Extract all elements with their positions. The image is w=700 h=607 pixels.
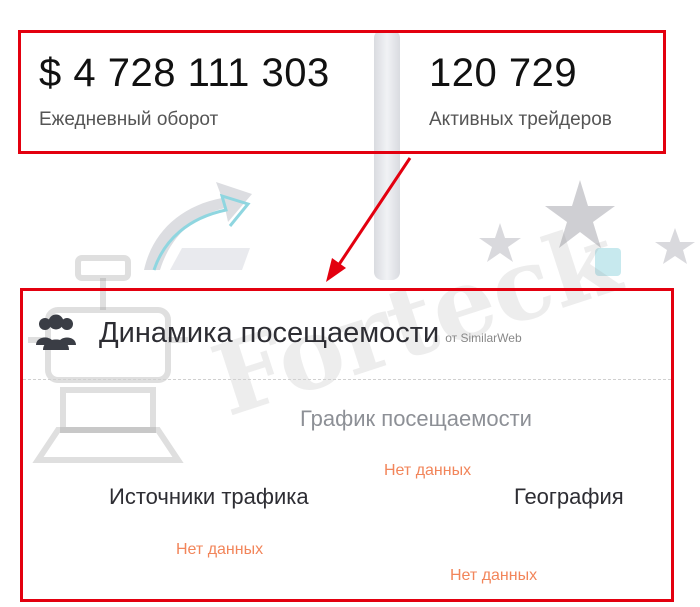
stat-label: Активных трейдеров [429,109,612,130]
stat-daily-turnover: $ 4 728 111 303 Ежедневный оборот [39,47,330,131]
no-data-traffic-sources: Нет данных [176,541,264,558]
stat-active-traders: 120 729 Активных трейдеров [429,47,612,131]
traffic-title: Динамика посещаемости от SimilarWeb [99,317,522,350]
section-title-geography: География [514,484,624,509]
no-data-visits-chart: Нет данных [384,462,472,479]
stat-value: $ 4 728 111 303 [39,51,330,95]
section-title-traffic-sources: Источники трафика [109,484,309,509]
users-icon [36,314,76,350]
traffic-panel: Динамика посещаемости от SimilarWeb Графи… [20,288,674,602]
stats-panel: $ 4 728 111 303 Ежедневный оборот 120 72… [18,30,666,154]
stat-value: 120 729 [429,51,578,95]
traffic-source: от SimilarWeb [445,331,522,345]
section-divider [23,379,671,380]
traffic-title-text: Динамика посещаемости [99,317,440,349]
stat-label: Ежедневный оборот [39,109,219,130]
no-data-geography: Нет данных [450,567,538,584]
section-title-visits-chart: График посещаемости [300,406,532,431]
